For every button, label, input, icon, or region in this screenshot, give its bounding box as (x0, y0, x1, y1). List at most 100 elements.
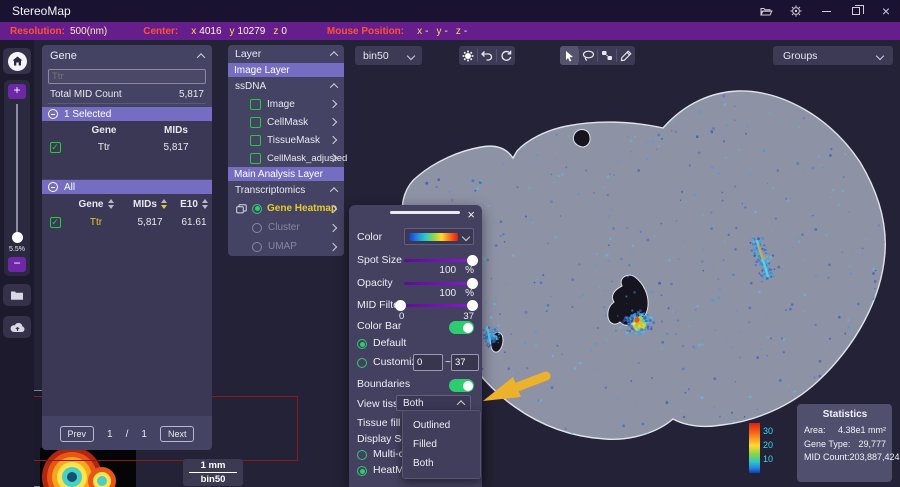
pencil-tool-icon[interactable] (617, 46, 635, 65)
all-section-header[interactable]: All (42, 180, 212, 194)
chevron-up-icon (330, 83, 338, 91)
slider-handle[interactable] (467, 255, 478, 266)
transcriptomics-group-header[interactable]: Transcriptomics (228, 181, 344, 199)
spot-size-slider[interactable] (404, 259, 474, 262)
layer-item-gene-heatmap[interactable]: Gene Heatmap (228, 199, 344, 218)
gene-mids: 5,817 (140, 142, 212, 153)
selected-header-label: 1 Selected (64, 109, 111, 120)
prev-page-button[interactable]: Prev (60, 426, 95, 442)
selected-section-header[interactable]: 1 Selected (42, 107, 212, 121)
table-row[interactable]: ✓ Ttr 5,817 (42, 139, 212, 155)
resolution-value: 500(nm) (70, 26, 107, 37)
custom-min-input[interactable] (413, 354, 443, 371)
undo-icon[interactable] (478, 46, 496, 65)
col-mids: MIDs (140, 125, 212, 136)
opacity-slider[interactable] (404, 282, 474, 285)
table-row[interactable]: ✓ Ttr 5,817 61.61 (42, 214, 212, 230)
scale-bin: bin50 (201, 474, 226, 485)
open-project-icon[interactable] (758, 3, 774, 19)
gene-panel-header[interactable]: Gene (42, 45, 212, 67)
groups-select[interactable]: Groups (773, 46, 893, 65)
menu-item-both[interactable]: Both (403, 456, 480, 471)
gene-mids: 5,817 (124, 217, 176, 228)
col-gene: Gene (68, 125, 140, 136)
range-handle-min[interactable] (395, 300, 406, 311)
boundaries-toggle[interactable] (449, 379, 474, 392)
zoom-out-button[interactable]: − (8, 257, 26, 272)
color-scheme-select[interactable] (404, 228, 474, 245)
cluster-radio[interactable] (252, 223, 262, 233)
heatmap-radio[interactable] (357, 466, 367, 476)
close-icon[interactable]: × (467, 207, 475, 222)
refresh-icon[interactable] (497, 46, 515, 65)
minimize-icon[interactable] (818, 3, 834, 19)
custom-max-input[interactable] (451, 354, 479, 371)
lasso-tool-icon[interactable] (579, 46, 597, 65)
col-e10[interactable]: E10 (176, 199, 212, 210)
layer-item-image[interactable]: Image (228, 95, 344, 113)
settings-gear-icon[interactable] (788, 3, 804, 19)
drag-handle[interactable] (390, 211, 460, 214)
ssdna-group-header[interactable]: ssDNA (228, 77, 344, 95)
center-z-key: z (273, 26, 278, 37)
layer-checkbox[interactable] (250, 153, 261, 164)
scale-line (189, 472, 237, 473)
gene-checkbox[interactable]: ✓ (50, 217, 61, 228)
file-manager-button[interactable] (3, 284, 31, 306)
zoom-in-button[interactable]: + (8, 84, 26, 99)
percent-sign: % (465, 265, 474, 276)
select-tool-icon[interactable] (560, 46, 578, 65)
folder-icon (10, 290, 24, 301)
default-radio[interactable] (357, 339, 367, 349)
group-tool-icon[interactable] (598, 46, 616, 65)
multi-color-radio[interactable] (357, 450, 367, 460)
info-bar: Resolution: 500(nm) Center: x4016 y10279… (0, 22, 900, 40)
zoom-slider-handle[interactable] (12, 232, 23, 243)
layer-checkbox[interactable] (250, 117, 261, 128)
range-handle-max[interactable] (467, 300, 478, 311)
restore-icon[interactable] (848, 3, 864, 19)
gene-checkbox[interactable]: ✓ (50, 142, 61, 153)
tissue-hole-center (608, 275, 648, 325)
layer-checkbox[interactable] (250, 135, 261, 146)
layer-panel-header[interactable]: Layer (228, 45, 344, 63)
gene-heatmap-radio[interactable] (252, 204, 262, 214)
chevron-right-icon[interactable] (329, 136, 337, 144)
next-page-button[interactable]: Next (160, 426, 195, 442)
layer-item-umap[interactable]: UMAP (228, 237, 344, 256)
col-gene[interactable]: Gene (68, 199, 124, 210)
chevron-right-icon[interactable] (329, 100, 337, 108)
layer-item-tissuemask[interactable]: TissueMask (228, 131, 344, 149)
image-layer-header: Image Layer (228, 63, 344, 77)
chevron-right-icon[interactable] (329, 223, 337, 231)
layer-item-cluster[interactable]: Cluster (228, 218, 344, 237)
col-mids[interactable]: MIDs (124, 199, 176, 210)
view-tissue-dropdown-menu: Outlined Filled Both (402, 410, 481, 479)
gene-search-input[interactable] (48, 69, 206, 84)
bin-select[interactable]: bin50 (355, 46, 422, 65)
chevron-right-icon[interactable] (329, 242, 337, 250)
layer-item-cellmask-adjusted[interactable]: CellMask_adjusted (228, 149, 344, 167)
color-bar-toggle[interactable] (449, 321, 474, 334)
cloud-button[interactable] (3, 316, 31, 338)
umap-radio[interactable] (252, 242, 262, 252)
groups-select-value: Groups (783, 50, 817, 62)
menu-item-outlined[interactable]: Outlined (403, 418, 480, 433)
menu-item-filled[interactable]: Filled (403, 437, 480, 452)
mid-filter-range-slider[interactable] (399, 304, 474, 307)
slider-handle[interactable] (467, 278, 478, 289)
statistics-title: Statistics (804, 409, 886, 420)
bin-select-value: bin50 (363, 50, 389, 62)
layer-item-cellmask[interactable]: CellMask (228, 113, 344, 131)
stat-label: Area: (804, 424, 826, 438)
view-tissue-select[interactable]: Both (396, 395, 471, 411)
customized-radio[interactable] (357, 358, 367, 368)
close-icon[interactable]: × (878, 3, 894, 19)
zoom-slider-track[interactable] (16, 104, 18, 242)
settings-gear-icon[interactable] (459, 46, 477, 65)
mouse-y-value: - (444, 26, 447, 37)
stat-value: 203,887,424 (850, 451, 900, 465)
layer-checkbox[interactable] (250, 99, 261, 110)
home-button[interactable] (3, 48, 31, 74)
chevron-right-icon[interactable] (329, 118, 337, 126)
